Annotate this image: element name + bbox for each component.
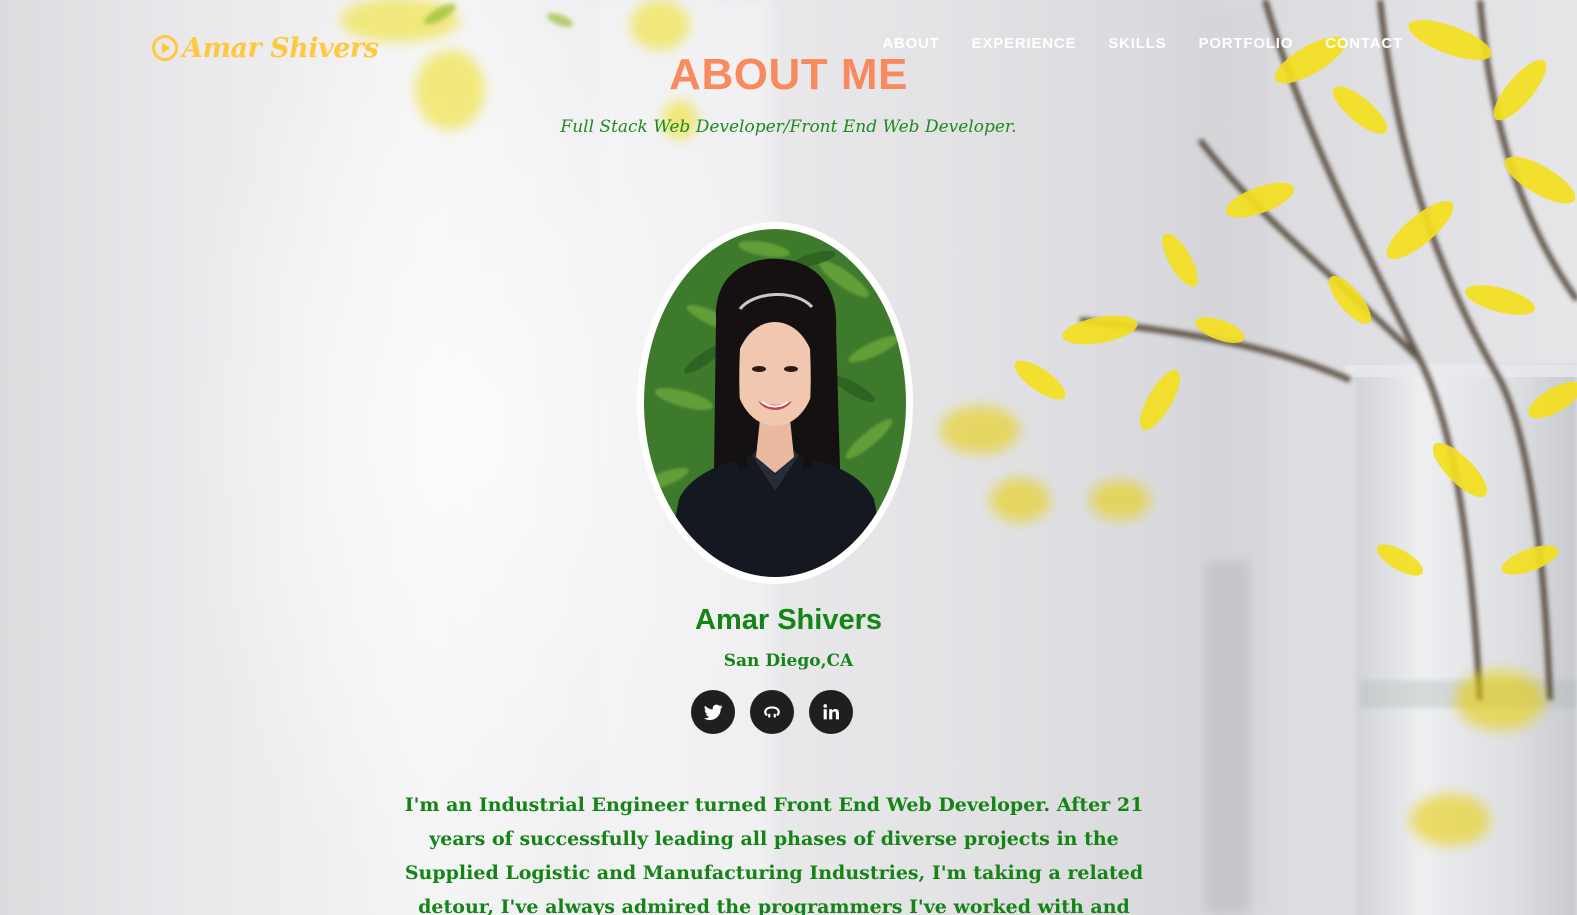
linkedin-icon (823, 704, 839, 720)
linkedin-button[interactable] (809, 690, 853, 734)
profile-photo-image (644, 229, 906, 577)
profile-photo (637, 222, 913, 584)
twitter-icon (703, 704, 723, 721)
github-button[interactable] (750, 690, 794, 734)
page-subtitle: Full Stack Web Developer/Front End Web D… (560, 117, 1017, 137)
github-icon (764, 706, 780, 718)
bio-paragraph: I'm an Industrial Engineer turned Front … (404, 794, 1144, 915)
social-links (691, 690, 853, 734)
profile-name: Amar Shivers (695, 604, 882, 636)
profile-location: San Diego,CA (723, 651, 854, 671)
page-title: ABOUT ME (669, 50, 908, 99)
twitter-button[interactable] (691, 690, 735, 734)
